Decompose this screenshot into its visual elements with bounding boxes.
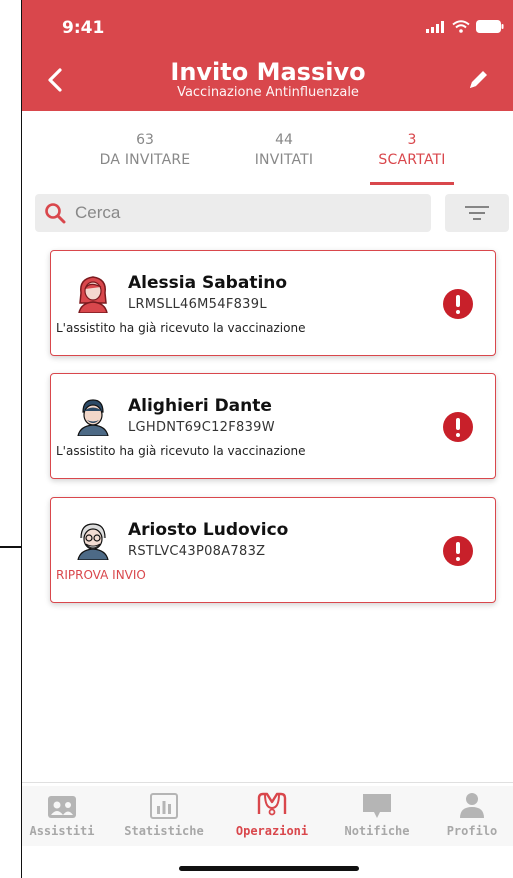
active-tab-indicator [370, 182, 454, 185]
card-note: L'assistito ha già ricevuto la vaccinazi… [56, 321, 306, 335]
patient-name: Ariosto Ludovico [128, 520, 289, 540]
patient-card[interactable]: Alighieri Dante LGHDNT69C12F839W L'assis… [50, 373, 496, 479]
tab-count: 3 [407, 132, 417, 148]
nav-label: Operazioni [235, 824, 309, 838]
alert-icon [443, 412, 473, 442]
tab-count: 63 [136, 132, 154, 148]
tab-scartati[interactable]: 3 SCARTATI [370, 130, 454, 185]
annotation-connector-line [0, 546, 22, 548]
fiscal-code: LRMSLL46M54F839L [128, 297, 267, 312]
nav-item-notifiche[interactable]: Notifiche [332, 790, 422, 838]
search-icon [45, 203, 66, 224]
battery-icon [476, 20, 504, 33]
tab-label: INVITATI [254, 152, 314, 168]
tab-label: SCARTATI [378, 152, 446, 168]
tab-invitati[interactable]: 44 INVITATI [234, 130, 334, 170]
person-icon [460, 793, 484, 818]
stethoscope-icon [257, 792, 287, 816]
search-placeholder: Cerca [75, 203, 121, 222]
app-header: 9:41 Invito Massivo Vaccinazione Antinfl… [22, 0, 513, 111]
pencil-icon [470, 71, 487, 88]
filter-button[interactable] [445, 194, 509, 232]
elder-man-avatar-icon [77, 523, 109, 560]
alert-icon [443, 536, 473, 566]
tab-da-invitare[interactable]: 63 DA INVITARE [90, 130, 200, 170]
card-note: L'assistito ha già ricevuto la vaccinazi… [56, 444, 306, 458]
patient-name: Alighieri Dante [128, 396, 272, 416]
bottom-navigation: Assistiti Statistiche Operazioni Notific… [22, 786, 513, 846]
search-input[interactable]: Cerca [35, 194, 431, 232]
edit-button[interactable] [464, 66, 492, 94]
filter-icon [465, 206, 489, 220]
id-card-icon [48, 796, 76, 818]
fiscal-code: RSTLVC43P08A783Z [128, 544, 266, 559]
nav-label: Statistiche [124, 824, 204, 838]
retry-send-link[interactable]: RIPROVA INVIO [56, 568, 146, 582]
status-icons [426, 20, 504, 33]
fiscal-code: LGHDNT69C12F839W [128, 420, 275, 435]
chat-bubble-icon [363, 794, 391, 818]
signal-icon [426, 20, 444, 33]
nav-item-statistiche[interactable]: Statistiche [119, 790, 209, 838]
nav-item-profilo[interactable]: Profilo [432, 790, 512, 838]
nav-item-assistiti[interactable]: Assistiti [22, 790, 102, 838]
tab-count: 44 [275, 132, 293, 148]
patient-card[interactable]: Ariosto Ludovico RSTLVC43P08A783Z RIPROV… [50, 497, 496, 603]
page-subtitle: Vaccinazione Antinfluenzale [177, 85, 359, 100]
tab-bar: 63 DA INVITARE 44 INVITATI 3 SCARTATI [22, 130, 513, 186]
phone-screen: 9:41 Invito Massivo Vaccinazione Antinfl… [21, 0, 513, 878]
status-time: 9:41 [62, 18, 105, 38]
alert-icon [443, 289, 473, 319]
nav-label: Profilo [446, 824, 498, 838]
nav-item-operazioni[interactable]: Operazioni [222, 790, 322, 838]
header-title-block: Invito Massivo Vaccinazione Antinfluenza… [22, 58, 513, 100]
nav-label: Assistiti [29, 824, 95, 838]
wifi-icon [452, 20, 470, 33]
tab-label: DA INVITARE [99, 152, 191, 168]
home-indicator[interactable] [179, 866, 359, 871]
page-title: Invito Massivo [170, 58, 366, 86]
patient-name: Alessia Sabatino [128, 273, 288, 293]
nav-label: Notifiche [344, 824, 410, 838]
nav-divider [22, 782, 513, 783]
man-avatar-icon [77, 399, 109, 436]
woman-avatar-icon [78, 276, 108, 313]
patient-card[interactable]: Alessia Sabatino LRMSLL46M54F839L L'assi… [50, 250, 496, 356]
bar-chart-icon [150, 793, 178, 819]
